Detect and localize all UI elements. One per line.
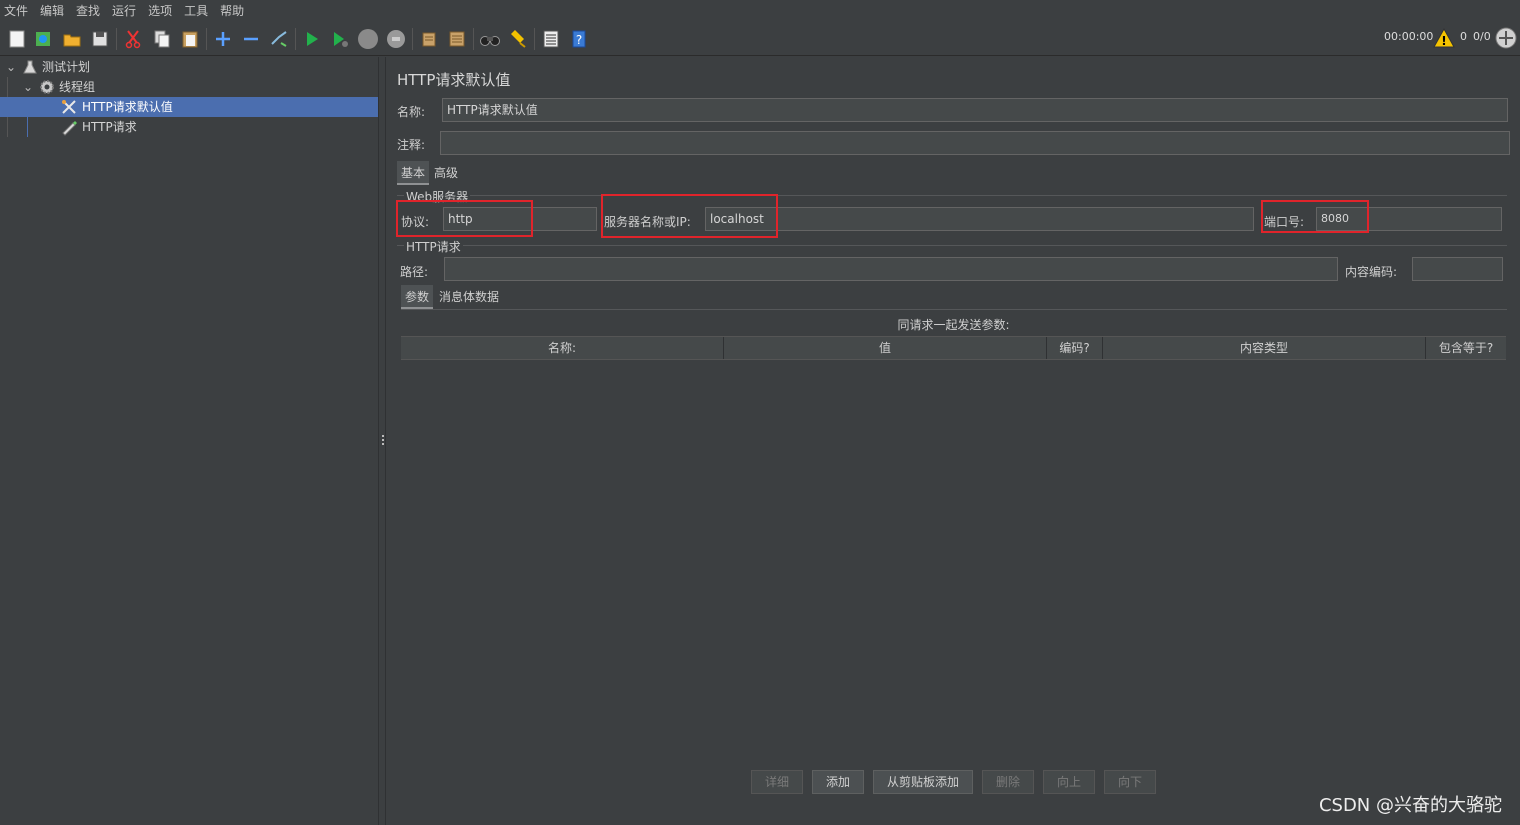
svg-text:!: !	[1441, 34, 1446, 48]
tab-advanced[interactable]: 高级	[430, 161, 462, 185]
function-helper-icon[interactable]	[539, 27, 563, 51]
search-icon[interactable]	[478, 27, 502, 51]
tree-item-label: HTTP请求默认值	[82, 100, 173, 114]
toolbar: ? 00:00:00 ! 0 0/0	[0, 22, 1520, 56]
path-label: 路径:	[400, 265, 429, 279]
tree-item-label: 测试计划	[42, 60, 91, 74]
content-encoding-field[interactable]	[1412, 257, 1503, 281]
column-header-name[interactable]: 名称:	[401, 337, 724, 359]
warning-icon[interactable]: !	[1432, 26, 1456, 50]
http-request-section-title: HTTP请求	[404, 238, 463, 255]
test-plan-tree: ⌄ 测试计划 ⌄ 线程组 HTTP请求默认值 HTTP请求	[0, 57, 378, 825]
menu-tools[interactable]: 工具	[178, 0, 214, 22]
menu-help[interactable]: 帮助	[214, 0, 250, 22]
comment-label: 注释:	[397, 138, 426, 152]
toggle-icon[interactable]	[267, 27, 291, 51]
gear-icon	[40, 80, 54, 94]
tree-item-http-request[interactable]: HTTP请求	[0, 117, 378, 137]
name-label: 名称:	[397, 105, 426, 119]
name-field[interactable]: HTTP请求默认值	[442, 98, 1508, 122]
add-button[interactable]: 添加	[812, 770, 864, 794]
column-header-value[interactable]: 值	[724, 337, 1047, 359]
split-pane-divider[interactable]	[378, 57, 386, 825]
warning-count: 0	[1460, 30, 1467, 43]
pencil-icon	[62, 121, 77, 136]
tools-icon	[62, 100, 76, 114]
tab-body-data[interactable]: 消息体数据	[435, 285, 503, 309]
stop-icon[interactable]	[356, 27, 380, 51]
path-field[interactable]	[444, 257, 1338, 281]
expand-icon[interactable]	[211, 27, 235, 51]
watermark: CSDN @兴奋的大骆驼	[1318, 795, 1502, 816]
svg-text:?: ?	[576, 33, 582, 47]
start-no-pause-icon[interactable]	[328, 27, 352, 51]
clear-icon[interactable]	[417, 27, 441, 51]
column-header-include-equals[interactable]: 包含等于?	[1426, 337, 1506, 359]
tree-item-thread-group[interactable]: ⌄ 线程组	[0, 77, 378, 97]
cut-icon[interactable]	[121, 27, 145, 51]
web-server-section-title: Web服务器	[404, 188, 471, 205]
help-icon[interactable]: ?	[567, 27, 591, 51]
protocol-label: 协议:	[401, 215, 430, 229]
remote-status-icon[interactable]	[1494, 26, 1518, 50]
chevron-down-icon[interactable]: ⌄	[0, 57, 22, 77]
menu-run[interactable]: 运行	[106, 0, 142, 22]
server-label: 服务器名称或IP:	[604, 215, 691, 229]
menu-options[interactable]: 选项	[142, 0, 178, 22]
reset-search-icon[interactable]	[506, 27, 530, 51]
menu-bar: 文件 编辑 查找 运行 选项 工具 帮助	[0, 0, 1520, 22]
comment-field[interactable]	[440, 131, 1510, 155]
column-header-content-type[interactable]: 内容类型	[1103, 337, 1426, 359]
server-field[interactable]: localhost	[705, 207, 1254, 231]
copy-icon[interactable]	[150, 27, 174, 51]
move-up-button[interactable]: 向上	[1043, 770, 1095, 794]
menu-edit[interactable]: 编辑	[34, 0, 70, 22]
paste-icon[interactable]	[178, 27, 202, 51]
menu-search[interactable]: 查找	[70, 0, 106, 22]
tree-item-label: HTTP请求	[82, 120, 137, 134]
shutdown-icon[interactable]	[384, 27, 408, 51]
protocol-field[interactable]: http	[443, 207, 597, 231]
open-icon[interactable]	[60, 27, 84, 51]
tree-item-http-defaults[interactable]: HTTP请求默认值	[0, 97, 378, 117]
params-caption: 同请求一起发送参数:	[897, 318, 1010, 332]
active-threads: 0/0	[1473, 30, 1491, 43]
move-down-button[interactable]: 向下	[1104, 770, 1156, 794]
tab-basic[interactable]: 基本	[397, 161, 430, 185]
add-from-clipboard-button[interactable]: 从剪贴板添加	[873, 770, 973, 794]
collapse-icon[interactable]	[239, 27, 263, 51]
panel-title: HTTP请求默认值	[397, 71, 511, 89]
save-icon[interactable]	[88, 27, 112, 51]
clear-all-icon[interactable]	[445, 27, 469, 51]
delete-button[interactable]: 删除	[982, 770, 1034, 794]
tree-item-test-plan[interactable]: ⌄ 测试计划	[0, 57, 378, 77]
elapsed-timer: 00:00:00	[1384, 30, 1434, 43]
menu-file[interactable]: 文件	[0, 0, 34, 22]
content-encoding-label: 内容编码:	[1345, 265, 1398, 279]
chevron-down-icon[interactable]: ⌄	[18, 77, 38, 97]
port-field[interactable]: 8080	[1316, 207, 1502, 231]
params-table-header: 名称: 值 编码? 内容类型 包含等于?	[401, 336, 1506, 360]
flask-icon	[23, 60, 37, 74]
new-icon[interactable]	[5, 27, 29, 51]
tab-parameters[interactable]: 参数	[401, 285, 434, 309]
config-panel: HTTP请求默认值 名称: HTTP请求默认值 注释: 基本 高级 Web服务器…	[387, 57, 1520, 825]
start-icon[interactable]	[300, 27, 324, 51]
port-label: 端口号:	[1264, 215, 1305, 229]
column-header-encode[interactable]: 编码?	[1047, 337, 1103, 359]
detail-button[interactable]: 详细	[751, 770, 803, 794]
templates-icon[interactable]	[31, 27, 55, 51]
tree-item-label: 线程组	[59, 80, 96, 94]
